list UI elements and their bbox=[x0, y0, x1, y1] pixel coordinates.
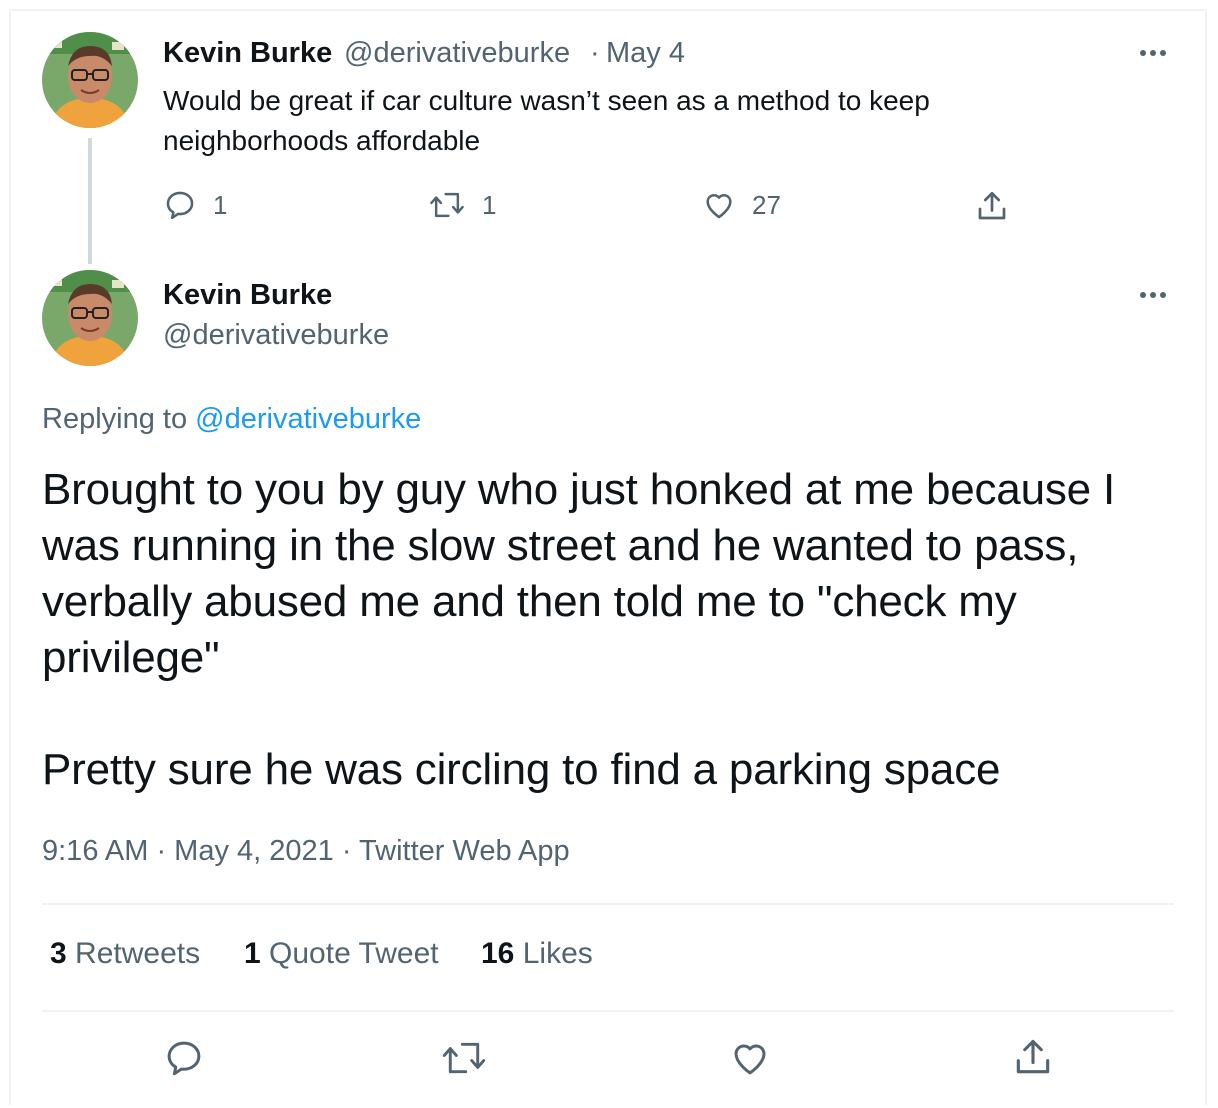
main-author-avatar[interactable] bbox=[42, 270, 138, 366]
parent-author-avatar[interactable] bbox=[42, 32, 138, 128]
stats-top-divider bbox=[42, 903, 1174, 905]
parent-like-button[interactable]: 27 bbox=[702, 188, 781, 222]
replying-to: Replying to @derivativeburke bbox=[42, 403, 421, 436]
parent-retweet-button[interactable]: 1 bbox=[428, 188, 496, 222]
replying-to-label: Replying to bbox=[42, 403, 188, 435]
tweet-timestamp-source[interactable]: 9:16 AM · May 4, 2021 · Twitter Web App bbox=[42, 835, 570, 868]
likes-stat[interactable]: 16 Likes bbox=[481, 937, 593, 971]
parent-reply-count: 1 bbox=[213, 189, 228, 220]
parent-like-count: 27 bbox=[752, 189, 781, 220]
reply-icon bbox=[163, 188, 197, 222]
main-reply-button[interactable] bbox=[163, 1037, 205, 1079]
quote-tweets-count: 1 bbox=[244, 937, 261, 970]
quote-tweets-stat[interactable]: 1 Quote Tweet bbox=[244, 937, 439, 971]
reply-icon bbox=[163, 1037, 205, 1079]
stats-bottom-divider bbox=[42, 1010, 1174, 1012]
main-tweet-text: Brought to you by guy who just honked at… bbox=[42, 462, 1172, 798]
retweets-label: Retweets bbox=[75, 937, 201, 970]
parent-tweet-text-line1: Would be great if car culture wasn’t see… bbox=[163, 85, 930, 116]
main-author-name[interactable]: Kevin Burke bbox=[163, 279, 332, 312]
parent-retweet-count: 1 bbox=[482, 189, 497, 220]
likes-count: 16 bbox=[481, 937, 515, 970]
likes-label: Likes bbox=[522, 937, 593, 970]
replying-to-handle-link[interactable]: @derivativeburke bbox=[195, 403, 421, 435]
main-like-button[interactable] bbox=[729, 1037, 771, 1079]
main-more-icon[interactable] bbox=[1140, 292, 1166, 298]
main-author-handle[interactable]: @derivativeburke bbox=[163, 319, 389, 352]
heart-icon bbox=[729, 1037, 771, 1079]
share-icon bbox=[1011, 1035, 1055, 1079]
main-retweet-button[interactable] bbox=[440, 1037, 488, 1079]
heart-icon bbox=[702, 188, 736, 222]
retweets-count: 3 bbox=[50, 937, 67, 970]
main-tweet-paragraph-2: Pretty sure he was circling to find a pa… bbox=[42, 745, 1001, 794]
parent-tweet-date[interactable]: May 4 bbox=[606, 37, 685, 70]
thread-connector-line bbox=[88, 138, 92, 264]
retweet-icon bbox=[440, 1037, 488, 1079]
parent-author-name[interactable]: Kevin Burke bbox=[163, 37, 332, 70]
parent-tweet-text-line2: neighborhoods affordable bbox=[163, 125, 481, 156]
main-tweet-paragraph-1: Brought to you by guy who just honked at… bbox=[42, 465, 1115, 682]
quote-tweets-label: Quote Tweet bbox=[269, 937, 439, 970]
parent-share-button[interactable] bbox=[974, 188, 1010, 224]
parent-reply-button[interactable]: 1 bbox=[163, 188, 227, 222]
retweet-icon bbox=[428, 188, 466, 222]
parent-more-icon[interactable] bbox=[1140, 50, 1166, 56]
parent-meta-separator: · bbox=[590, 37, 600, 69]
parent-author-handle[interactable]: @derivativeburke bbox=[344, 37, 570, 70]
main-share-button[interactable] bbox=[1011, 1035, 1055, 1079]
retweets-stat[interactable]: 3 Retweets bbox=[50, 937, 200, 971]
share-icon bbox=[974, 188, 1010, 224]
